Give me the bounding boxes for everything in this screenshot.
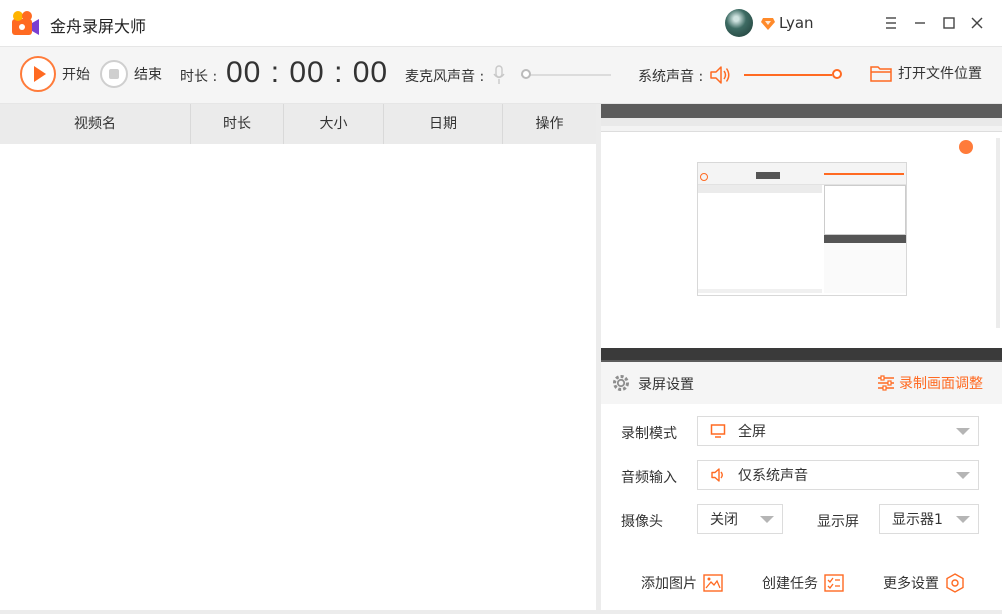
create-task-label: 创建任务 [762, 576, 818, 592]
record-mode-value: 全屏 [738, 424, 766, 440]
adjust-recording-area-button[interactable]: 录制画面调整 [877, 373, 983, 393]
open-folder-button[interactable]: 打开文件位置 [870, 63, 982, 83]
app-logo-icon [12, 11, 39, 35]
stop-label: 结束 [134, 67, 162, 83]
duration-value: 00 : 00 : 00 [226, 56, 389, 89]
start-button[interactable]: 开始 [20, 56, 90, 92]
camera-value: 关闭 [710, 512, 738, 528]
settings-header: 录屏设置 录制画面调整 [601, 362, 1002, 404]
column-header-actions[interactable]: 操作 [503, 104, 596, 144]
maximize-icon[interactable] [938, 12, 960, 34]
adjust-label: 录制画面调整 [899, 376, 983, 392]
open-folder-label: 打开文件位置 [898, 66, 982, 82]
audio-input-select[interactable]: 仅系统声音 [697, 460, 979, 490]
mic-label: 麦克风声音 : [405, 69, 485, 85]
play-icon [20, 56, 56, 92]
add-image-label: 添加图片 [641, 576, 697, 592]
duration-label: 时长 : [180, 69, 218, 85]
column-header-date[interactable]: 日期 [384, 104, 503, 144]
close-icon[interactable] [966, 12, 988, 34]
camera-label: 摄像头 [621, 514, 663, 530]
folder-icon [870, 66, 892, 82]
settings-hex-icon [946, 573, 964, 593]
vip-diamond-icon [761, 18, 775, 30]
system-volume-slider[interactable] [744, 69, 842, 81]
create-task-button[interactable]: 创建任务 [762, 573, 844, 593]
screen-preview [601, 104, 1002, 362]
gear-icon [613, 375, 629, 391]
more-settings-button[interactable]: 更多设置 [883, 573, 965, 593]
preview-desktop-image [601, 118, 1002, 360]
record-toolbar: 开始 结束 时长 : 00 : 00 : 00 麦克风声音 : 系统声音 : 打… [0, 47, 1002, 104]
mic-volume-slider[interactable] [521, 69, 617, 81]
column-header-size[interactable]: 大小 [284, 104, 384, 144]
speaker-icon[interactable] [708, 64, 732, 86]
video-table-header: 视频名 时长 大小 日期 操作 [0, 104, 596, 144]
stop-icon [100, 60, 128, 88]
audio-input-value: 仅系统声音 [738, 468, 808, 484]
monitor-icon [710, 424, 726, 438]
title-bar: 金舟录屏大师 Lyan [0, 0, 1002, 47]
system-sound-label: 系统声音 : [638, 69, 704, 85]
record-mode-label: 录制模式 [621, 426, 677, 442]
settings-title: 录屏设置 [638, 377, 694, 393]
add-image-button[interactable]: 添加图片 [641, 573, 723, 593]
stop-button[interactable]: 结束 [100, 60, 162, 88]
chevron-down-icon [956, 428, 970, 435]
image-icon [703, 574, 723, 592]
username[interactable]: Lyan [779, 14, 814, 32]
bottom-border [0, 610, 1002, 614]
audio-input-label: 音频输入 [621, 470, 677, 486]
sliders-icon [878, 375, 894, 391]
camera-select[interactable]: 关闭 [697, 504, 783, 534]
menu-icon[interactable] [880, 12, 902, 34]
chevron-down-icon [760, 516, 774, 523]
app-title: 金舟录屏大师 [50, 17, 147, 36]
start-label: 开始 [62, 67, 90, 83]
more-settings-label: 更多设置 [883, 576, 939, 592]
speaker-icon [711, 468, 723, 482]
settings-panel: 录制模式 全屏 音频输入 仅系统声音 摄像头 关闭 显示屏 显示器1 添加图片 [601, 404, 1002, 610]
chevron-down-icon [956, 472, 970, 479]
task-list-icon [824, 574, 844, 592]
avatar[interactable] [725, 9, 753, 37]
chevron-down-icon [956, 516, 970, 523]
display-select[interactable]: 显示器1 [879, 504, 979, 534]
display-label: 显示屏 [817, 514, 859, 530]
column-header-duration[interactable]: 时长 [191, 104, 284, 144]
microphone-icon[interactable] [492, 65, 506, 85]
record-mode-select[interactable]: 全屏 [697, 416, 979, 446]
column-header-name[interactable]: 视频名 [0, 104, 191, 144]
video-list [0, 144, 596, 610]
display-value: 显示器1 [892, 512, 943, 528]
minimize-icon[interactable] [909, 12, 931, 34]
